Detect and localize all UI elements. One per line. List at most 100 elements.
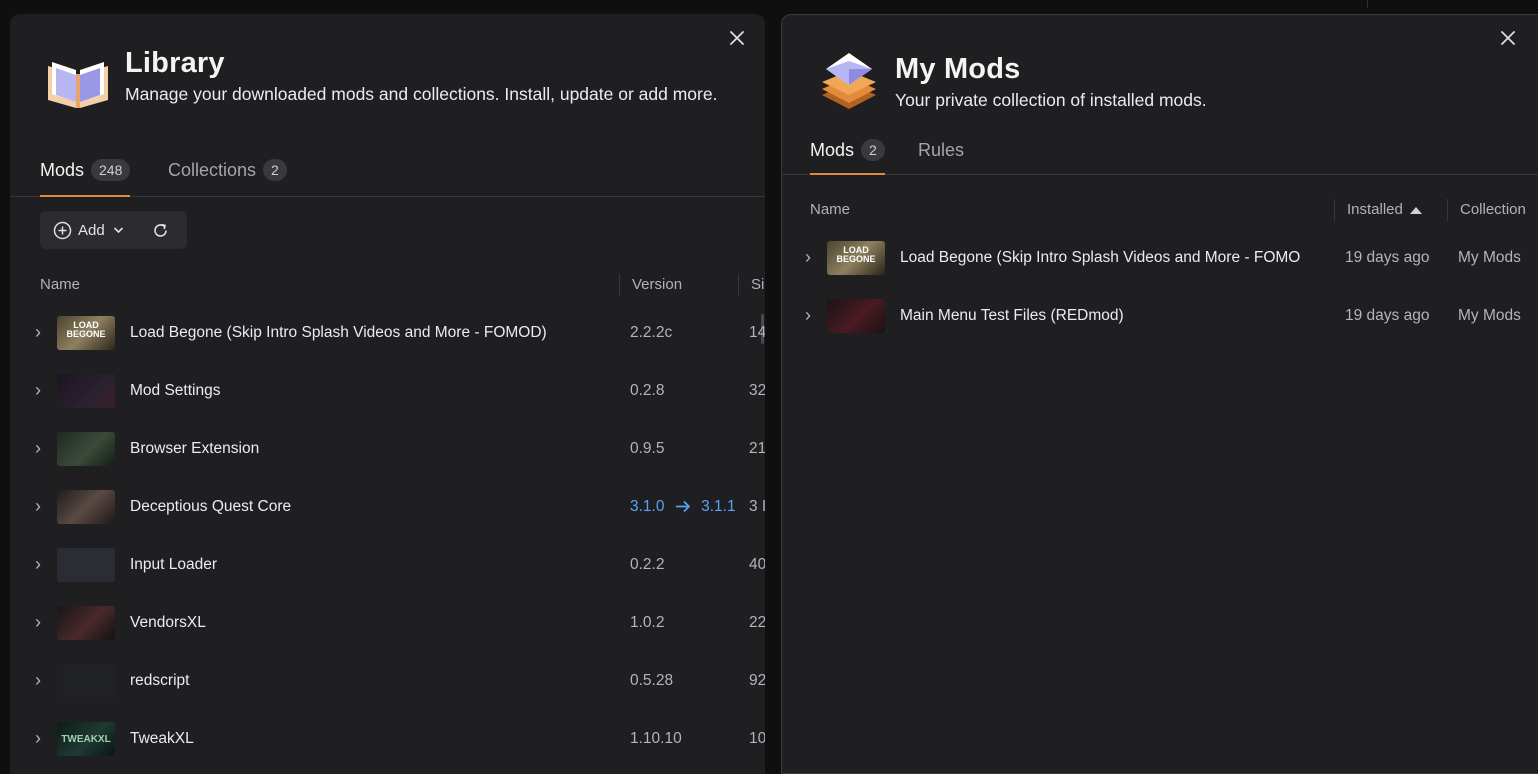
mod-name: TweakXL	[130, 730, 194, 747]
layers-icon	[820, 51, 878, 118]
close-icon[interactable]	[1498, 28, 1518, 48]
table-row[interactable]: › Input Loader 0.2.2 40	[10, 536, 765, 594]
table-row[interactable]: › Main Menu Test Files (REDmod) 19 days …	[782, 287, 1538, 345]
add-button[interactable]: Add	[53, 221, 124, 240]
chevron-right-icon[interactable]: ›	[30, 728, 46, 749]
table-row[interactable]: › redscript 0.5.28 92	[10, 652, 765, 710]
count-badge: 2	[861, 139, 885, 161]
column-header-installed[interactable]: Installed	[1347, 201, 1422, 218]
plus-circle-icon	[53, 221, 72, 239]
column-header-version[interactable]: Version	[632, 276, 682, 293]
add-label: Add	[78, 221, 105, 239]
mod-version: 0.9.5	[630, 440, 665, 457]
mod-name: Main Menu Test Files (REDmod)	[900, 307, 1124, 324]
arrow-right-icon	[675, 500, 690, 513]
chevron-right-icon[interactable]: ›	[30, 380, 46, 401]
tab-label: Mods	[810, 140, 855, 160]
chevron-right-icon[interactable]: ›	[30, 322, 46, 343]
mod-version-update[interactable]: 3.1.0 3.1.1	[630, 498, 736, 516]
table-row[interactable]: › Deceptious Quest Core 3.1.0 3.1.1 3 I	[10, 478, 765, 536]
mod-name: Input Loader	[130, 556, 218, 573]
count-badge: 248	[91, 159, 131, 181]
table-row[interactable]: › Browser Extension 0.9.5 21	[10, 420, 765, 478]
mod-thumbnail: TWEAKXL	[57, 722, 115, 756]
tab-mods[interactable]: Mods 2	[810, 139, 885, 175]
version-current: 3.1.0	[630, 498, 665, 515]
page-title: My Mods	[895, 53, 1021, 85]
page-title: Library	[125, 47, 225, 79]
chevron-right-icon[interactable]: ›	[30, 554, 46, 575]
chevron-right-icon[interactable]: ›	[30, 670, 46, 691]
collection-name: My Mods	[1458, 249, 1521, 266]
column-divider[interactable]	[1447, 199, 1448, 221]
refresh-icon	[153, 223, 167, 237]
mod-thumbnail	[57, 606, 115, 640]
chevron-right-icon[interactable]: ›	[30, 438, 46, 459]
tab-rules[interactable]: Rules	[918, 140, 964, 174]
mod-name: Load Begone (Skip Intro Splash Videos an…	[900, 249, 1301, 266]
column-divider[interactable]	[1334, 199, 1335, 221]
page-subtitle: Your private collection of installed mod…	[895, 90, 1207, 110]
tab-label: Mods	[40, 160, 85, 180]
close-icon[interactable]	[727, 28, 747, 48]
toolbar: Add	[40, 211, 187, 249]
mod-thumbnail: LOAD BEGONE	[57, 316, 115, 350]
mod-size: 14	[749, 324, 765, 341]
column-header-size[interactable]: Si	[751, 276, 764, 293]
installed-date: 19 days ago	[1345, 307, 1430, 324]
mod-name: Browser Extension	[130, 440, 260, 457]
mod-name: VendorsXL	[130, 614, 206, 631]
tab-label: Collections	[168, 160, 257, 180]
column-header-collection[interactable]: Collection	[1460, 201, 1526, 218]
mod-thumbnail	[57, 664, 115, 698]
book-icon	[46, 58, 110, 115]
table-row[interactable]: › LOAD BEGONE Load Begone (Skip Intro Spl…	[10, 304, 765, 362]
mod-name: Load Begone (Skip Intro Splash Videos an…	[130, 324, 547, 341]
table-row[interactable]: › TWEAKXL TweakXL 1.10.10 10	[10, 710, 765, 768]
table-row[interactable]: › VendorsXL 1.0.2 22	[10, 594, 765, 652]
sort-ascending-icon	[1409, 206, 1422, 214]
mod-size: 3 I	[749, 498, 765, 515]
mod-size: 10	[749, 730, 765, 747]
refresh-button[interactable]	[152, 222, 169, 239]
table-row[interactable]: › LOAD BEGONE Load Begone (Skip Intro Spl…	[782, 229, 1538, 287]
active-tab-indicator	[40, 195, 131, 197]
mod-size: 92	[749, 672, 765, 689]
count-badge: 2	[263, 159, 287, 181]
collection-name: My Mods	[1458, 307, 1521, 324]
tab-bar: Mods 2 Rules	[782, 139, 1538, 175]
column-divider[interactable]	[619, 274, 620, 296]
chevron-right-icon[interactable]: ›	[30, 496, 46, 517]
chevron-right-icon[interactable]: ›	[800, 305, 816, 326]
tab-collections[interactable]: Collections 2	[168, 159, 287, 196]
mod-thumbnail	[57, 432, 115, 466]
mod-size: 22	[749, 614, 765, 631]
mod-version: 1.10.10	[630, 730, 682, 747]
active-tab-indicator	[810, 173, 885, 175]
chevron-right-icon[interactable]: ›	[30, 612, 46, 633]
column-header-name[interactable]: Name	[40, 276, 80, 293]
table-row[interactable]: › Mod Settings 0.2.8 32	[10, 362, 765, 420]
column-header-name[interactable]: Name	[810, 201, 850, 218]
window-divider	[1367, 0, 1368, 8]
mod-name: Deceptious Quest Core	[130, 498, 292, 515]
mod-thumbnail	[57, 490, 115, 524]
tab-mods[interactable]: Mods 248	[40, 159, 131, 197]
mod-thumbnail	[57, 374, 115, 408]
my-mods-panel: My Mods Your private collection of insta…	[781, 14, 1538, 774]
tab-bar: Mods 248 Collections 2	[10, 159, 765, 197]
mod-size: 40	[749, 556, 765, 573]
mod-thumbnail	[827, 299, 885, 333]
mod-name: redscript	[130, 672, 190, 689]
column-label: Installed	[1347, 201, 1403, 218]
mod-size: 32	[749, 382, 765, 399]
chevron-right-icon[interactable]: ›	[800, 247, 816, 268]
mod-size: 21	[749, 440, 765, 457]
mod-thumbnail	[57, 548, 115, 582]
column-divider[interactable]	[738, 274, 739, 296]
mod-version: 0.2.8	[630, 382, 665, 399]
installed-date: 19 days ago	[1345, 249, 1430, 266]
page-subtitle: Manage your downloaded mods and collecti…	[125, 84, 718, 104]
tab-label: Rules	[918, 140, 965, 160]
mod-version: 1.0.2	[630, 614, 665, 631]
